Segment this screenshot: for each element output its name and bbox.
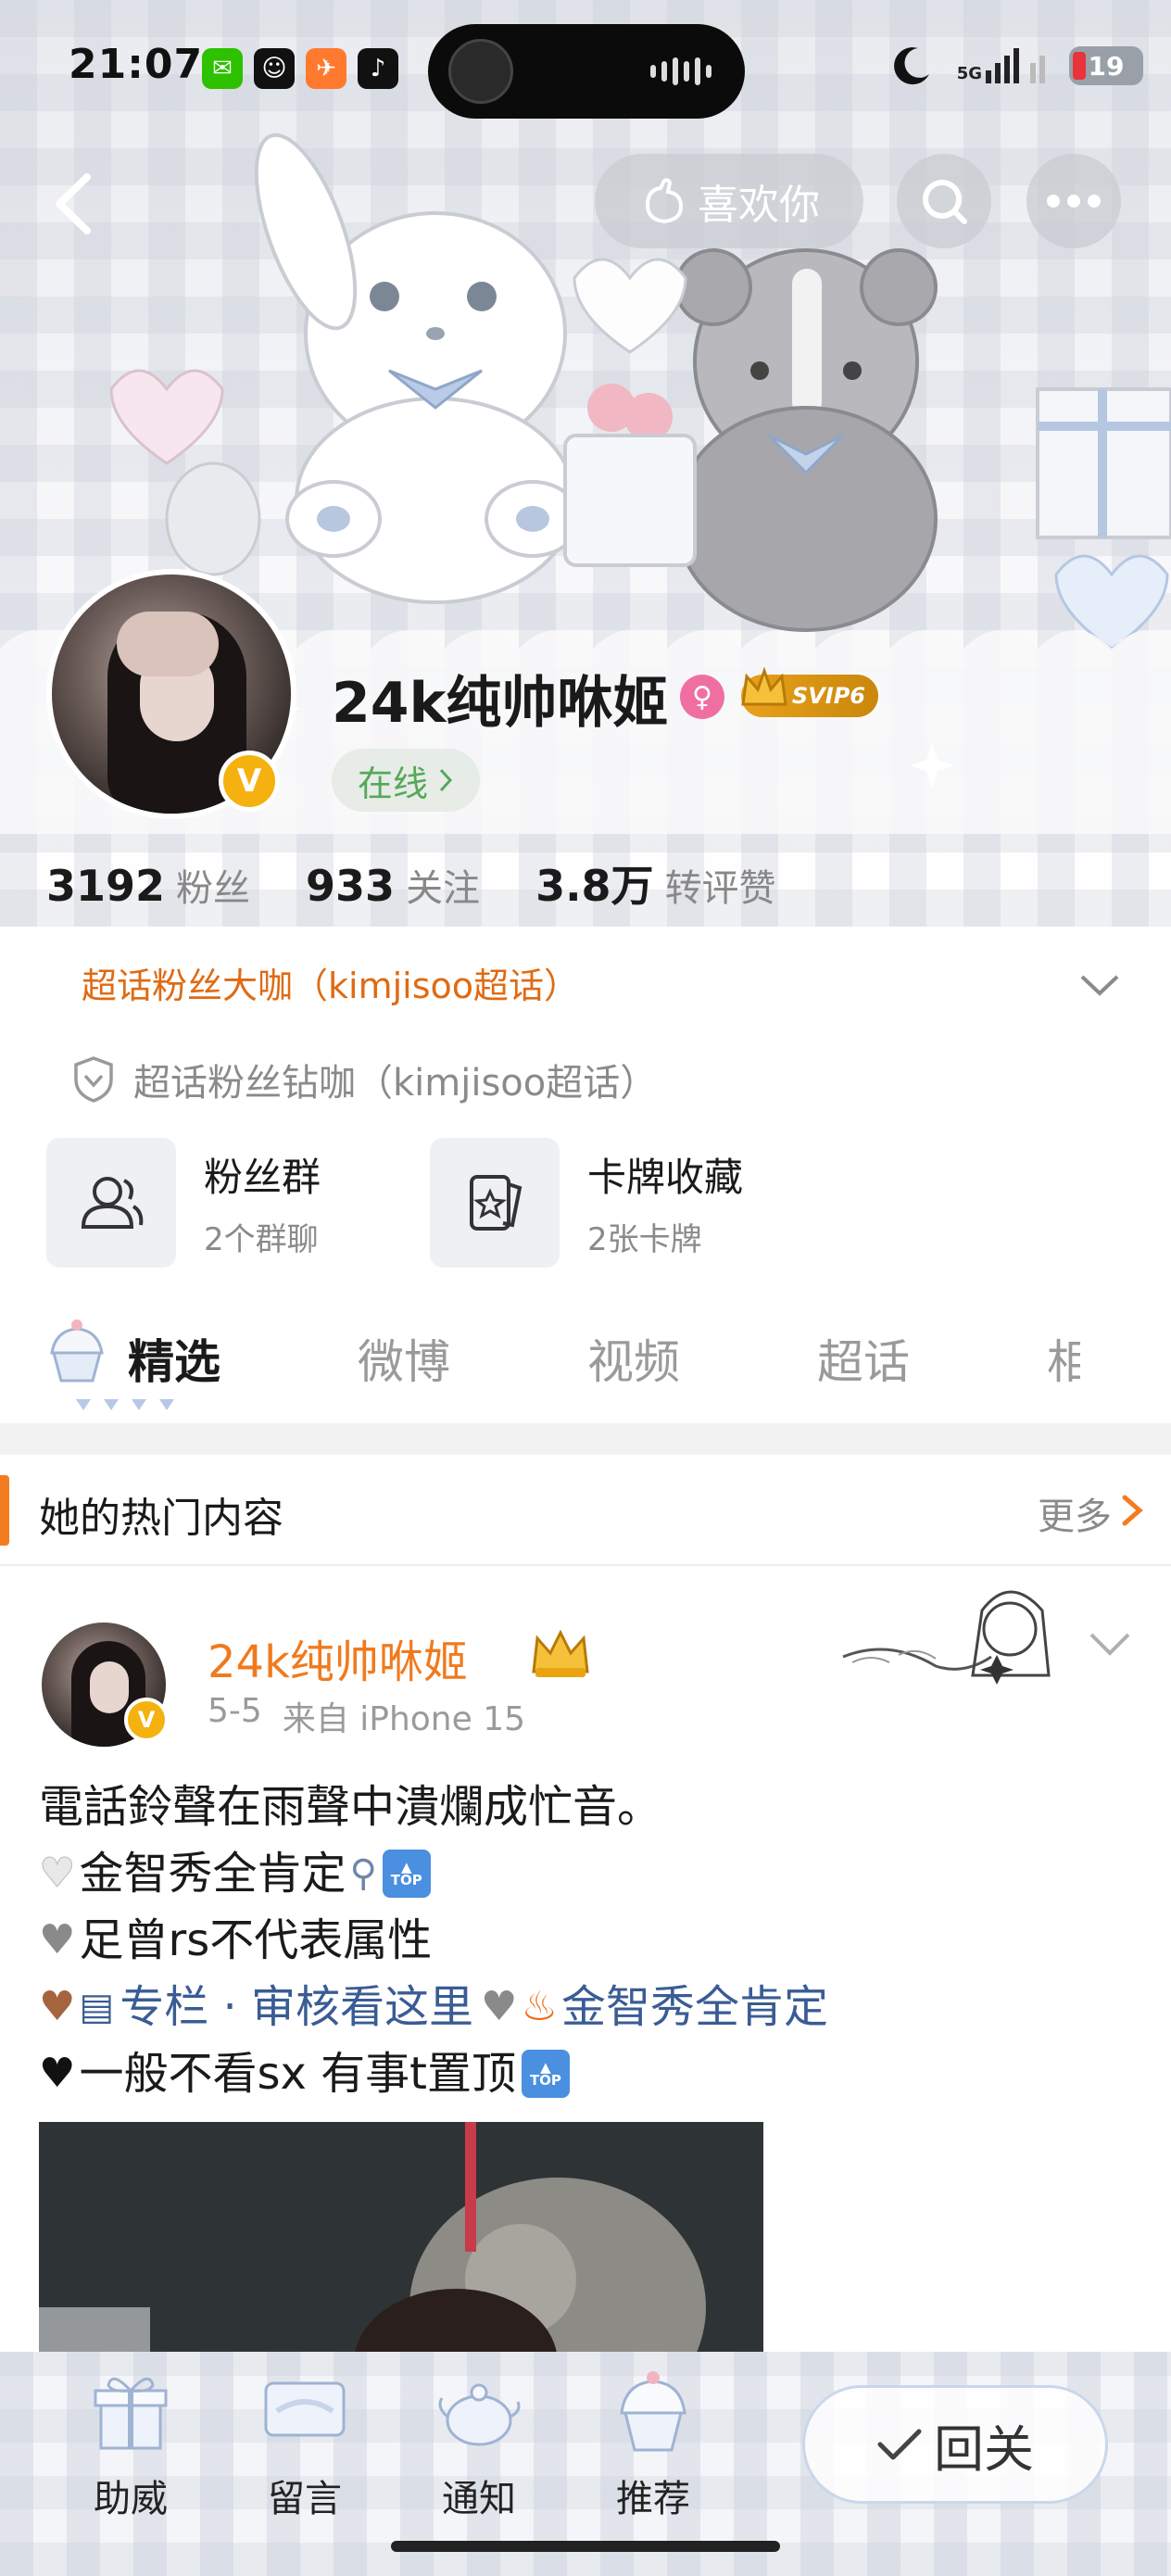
message-button[interactable]: 留言 [245,2365,365,2550]
tiktok-icon: ♪ [358,48,398,89]
online-status[interactable]: 在线 [332,749,481,812]
island-media-thumbnail [448,39,513,104]
hot-more-link[interactable]: 更多 [1038,1486,1112,1540]
hand-heart-icon [645,178,684,224]
post-line-2: ♥ 金智秀全肯定 ⚲ ▲ TOP [38,1840,1132,1907]
card-collection-card[interactable]: 卡牌收藏 2张卡牌 [430,1138,743,1268]
column-icon: ▤ [79,1986,115,2028]
fire-icon: ♨ [521,1983,558,2030]
search-icon [923,180,967,224]
card-collection-icon [430,1138,560,1268]
grey-heart-icon: ♥ [481,1983,518,2030]
verified-v-badge: V [219,751,280,812]
stat-interactions[interactable]: 3.8万 转评赞 [535,852,776,914]
post-image[interactable] [39,2122,763,2365]
anime-girl-decoration-icon [842,1590,1051,1685]
supertopic-fan-rank[interactable]: 超话粉丝大咖（kimjisoo超话） [56,953,611,1012]
profile-username: 24k纯帅咻姬 [332,671,669,736]
status-bar: 21:07 ✉ ☺ ✈ ♪ 5G 19 [0,0,1171,139]
home-indicator[interactable] [391,2541,780,2552]
chevron-left-icon [56,173,91,234]
section-accent-bar [0,1475,9,1546]
chevron-down-icon[interactable] [1082,1616,1138,1672]
tab-featured[interactable]: 精选 [128,1325,220,1392]
cupcake-icon [50,1320,104,1383]
verified-v-badge: V [124,1698,169,1742]
post-photo [39,2122,763,2365]
status-app-icons: ✉ ☺ ✈ ♪ [202,48,398,89]
moon-icon [893,47,929,85]
tab-album[interactable]: 相 [1047,1325,1080,1392]
stat-followers[interactable]: 3192 粉丝 [46,858,250,912]
tab-active-indicator [76,1399,174,1410]
audio-wave-icon [650,57,711,85]
cheer-button[interactable]: 助威 [70,2365,191,2550]
back-button[interactable] [43,167,102,241]
system-icons: 5G 19 [890,44,1143,87]
checkmark-icon [877,2429,922,2460]
message-card-icon [264,2381,346,2437]
top-arrow-icon: ▲ TOP [521,2050,570,2098]
post-line-5: ♥ 一般不看sx 有事t置顶 ▲ TOP [39,2040,1132,2107]
post-meta: 5-5 来自 iPhone 15 [208,1692,525,1740]
post-card[interactable]: V 24k纯帅咻姬 5-5 来自 iPhone 15 電話鈴聲在雨聲中潰爛成忙音… [0,1568,1171,2365]
follow-back-button[interactable]: 回关 [802,2385,1108,2504]
post-source: 来自 iPhone 15 [282,1700,526,1738]
chevron-right-icon[interactable] [1119,1492,1147,1529]
hot-content-title: 她的热门内容 [39,1495,283,1542]
section-divider [0,1423,1171,1455]
wechat-icon: ✉ [202,48,243,89]
post-line-4: ♥ ▤ 专栏 · 审核看这里 ♥ ♨ 金智秀全肯定 [39,1974,1132,2040]
post-line-3: ♥ 足曾rs不代表属性 [39,1907,1132,1974]
status-time: 21:07 [69,41,204,88]
column-link[interactable]: 专栏 · 审核看这里 [120,1974,473,2040]
teapot-icon [438,2383,521,2446]
search-button[interactable] [897,154,991,248]
tab-video[interactable]: 视频 [587,1325,680,1392]
chevron-right-icon [439,768,453,792]
supertopic-fan-level[interactable]: 超话粉丝钻咖（kimjisoo超话） [72,1053,657,1106]
vip-crown-icon [532,1629,589,1677]
white-heart-icon: ♥ [38,1850,76,1898]
hot-content-header: 她的热门内容 更多 [0,1455,1171,1566]
like-you-button[interactable]: 喜欢你 [595,154,863,248]
group-icon [46,1138,176,1268]
recommend-button[interactable]: 推荐 [593,2365,713,2550]
topic-link[interactable]: 金智秀全肯定 [561,1974,828,2040]
paperclip-icon: ⚲ [349,1852,377,1895]
grey-heart-icon: ♥ [39,1916,76,1964]
more-options-button[interactable] [1026,154,1121,248]
post-date: 5-5 [208,1692,262,1730]
post-author-name[interactable]: 24k纯帅咻姬 [208,1625,468,1690]
more-dots-icon [1047,195,1101,208]
gift-box-icon [94,2377,168,2450]
stat-following[interactable]: 933 关注 [306,858,480,912]
post-text: 電話鈴聲在雨聲中潰爛成忙音。 ♥ 金智秀全肯定 ⚲ ▲ TOP ♥ 足曾rs不代表… [38,1774,1132,2107]
post-line-1: 電話鈴聲在雨聲中潰爛成忙音。 [39,1781,662,1833]
smile-app-icon: ☺ [254,48,295,89]
top-arrow-icon: ▲ TOP [382,1850,431,1898]
profile-stats: 3192 粉丝 933 关注 3.8万 转评赞 [46,852,776,914]
fan-group-card[interactable]: 粉丝群 2个群聊 [46,1138,321,1268]
run-app-icon: ✈ [306,48,346,89]
cupcake-icon [620,2371,686,2452]
battery-indicator: 19 [1069,46,1143,85]
chevron-down-icon[interactable] [1075,960,1125,1010]
female-gender-icon: ♀ [680,675,724,719]
crown-icon [741,666,787,706]
dynamic-island [428,24,745,119]
notification-button[interactable]: 通知 [419,2365,539,2550]
signal-icon: 5G [957,48,1045,83]
tab-supertopic[interactable]: 超话 [817,1325,910,1392]
brown-heart-icon: ♥ [39,1983,76,2030]
shield-icon [74,1056,113,1103]
black-heart-icon: ♥ [39,2050,76,2097]
tab-weibo[interactable]: 微博 [358,1325,450,1392]
